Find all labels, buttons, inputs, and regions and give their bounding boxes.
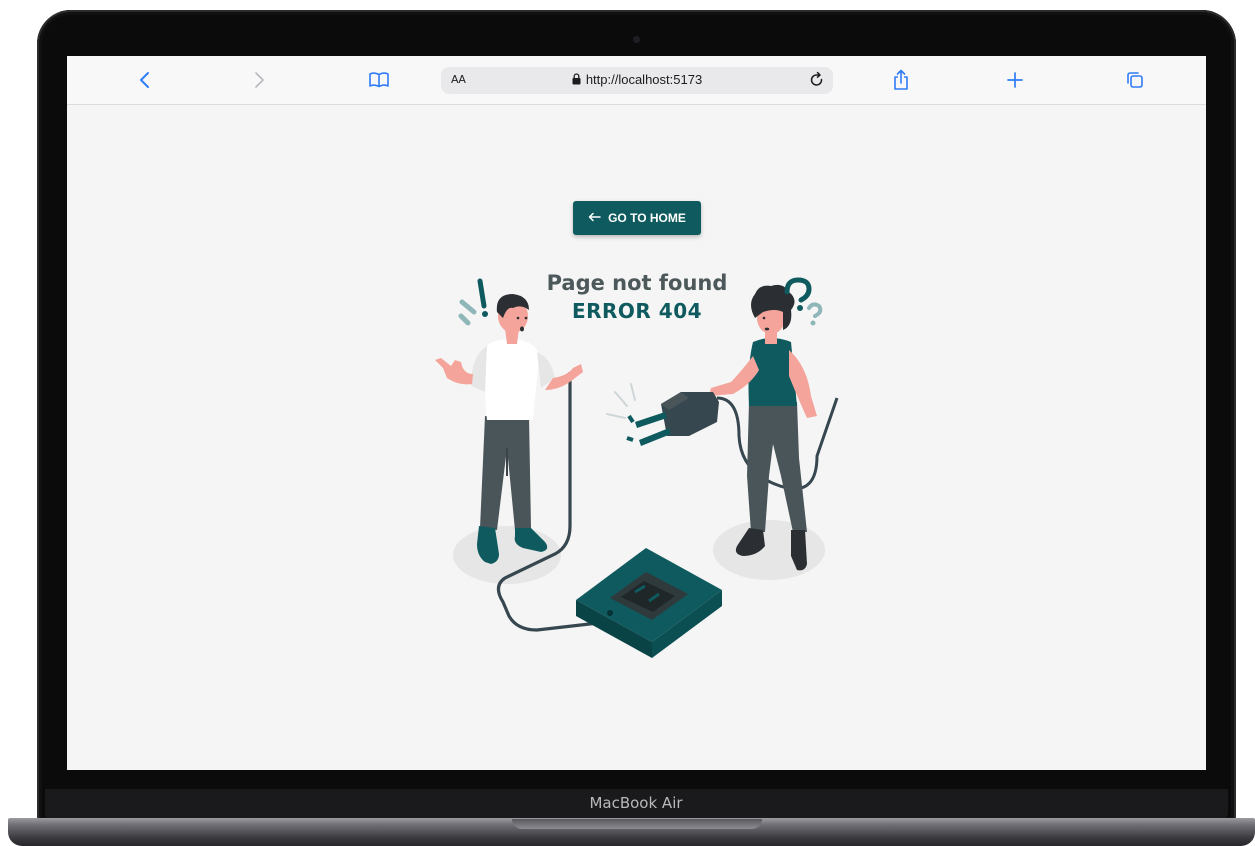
- unplugged-illustration: [435, 277, 839, 658]
- camera: [633, 36, 640, 43]
- arrow-left-icon: [588, 211, 601, 225]
- go-to-home-button[interactable]: GO TO HOME: [573, 201, 701, 235]
- browser-screen: AA http://localhost:5173 GO TO HOME Page…: [67, 56, 1206, 770]
- go-to-home-label: GO TO HOME: [608, 211, 686, 225]
- device-label: MacBook Air: [589, 794, 683, 812]
- page-not-found-title: Page not found: [546, 271, 728, 295]
- error-code: ERROR 404: [571, 299, 703, 323]
- laptop-notch: [512, 819, 762, 829]
